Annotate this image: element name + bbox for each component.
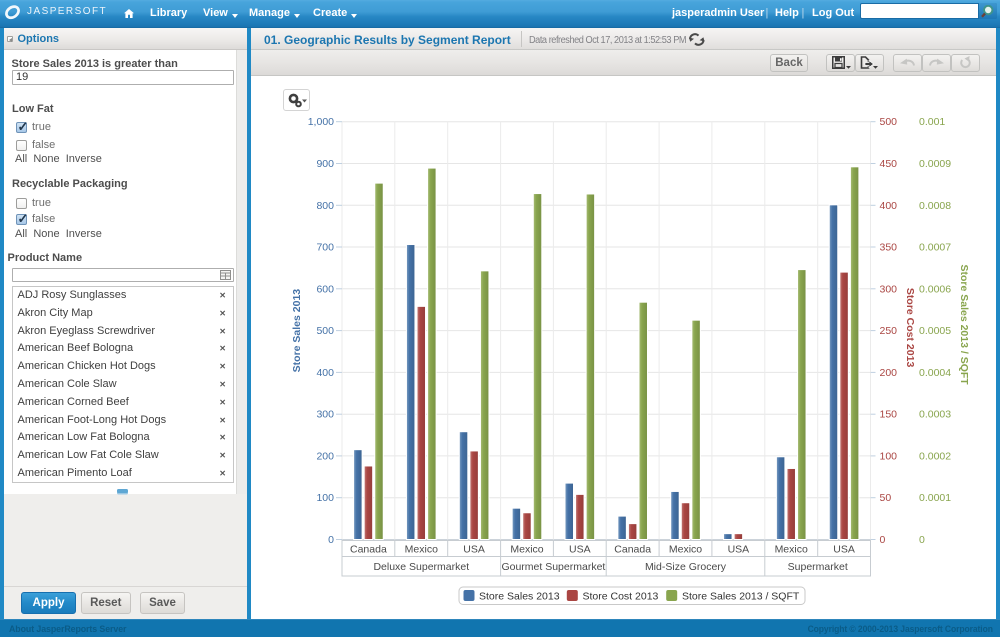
svg-text:0.0003: 0.0003 [919, 409, 951, 421]
svg-text:500: 500 [880, 116, 898, 128]
svg-text:200: 200 [880, 367, 898, 379]
svg-text:0.0006: 0.0006 [919, 283, 951, 295]
svg-text:Canada: Canada [614, 544, 651, 556]
svg-text:1,000: 1,000 [308, 116, 334, 128]
svg-text:Store Sales 2013: Store Sales 2013 [479, 591, 560, 603]
svg-text:Store Cost 2013: Store Cost 2013 [904, 288, 916, 368]
svg-text:700: 700 [316, 242, 334, 254]
svg-text:400: 400 [880, 200, 898, 212]
svg-text:800: 800 [316, 200, 334, 212]
svg-text:0.0007: 0.0007 [919, 242, 951, 254]
svg-text:Deluxe Supermarket: Deluxe Supermarket [373, 561, 469, 573]
svg-text:350: 350 [880, 242, 898, 254]
svg-text:Supermarket: Supermarket [788, 561, 848, 573]
svg-text:Canada: Canada [350, 544, 387, 556]
svg-text:0: 0 [328, 534, 334, 546]
svg-text:Mexico: Mexico [405, 544, 438, 556]
svg-text:0.001: 0.001 [919, 116, 945, 128]
svg-text:Mexico: Mexico [510, 544, 543, 556]
svg-text:100: 100 [316, 492, 334, 504]
svg-text:250: 250 [880, 325, 898, 337]
svg-text:Store Sales 2013 / SQFT: Store Sales 2013 / SQFT [958, 264, 970, 385]
svg-text:600: 600 [316, 283, 334, 295]
svg-text:400: 400 [316, 367, 334, 379]
svg-text:USA: USA [463, 544, 485, 556]
svg-text:Mid-Size Grocery: Mid-Size Grocery [645, 561, 727, 573]
svg-text:Store Cost 2013: Store Cost 2013 [583, 591, 659, 603]
svg-text:450: 450 [880, 158, 898, 170]
svg-text:0.0002: 0.0002 [919, 450, 951, 462]
svg-text:USA: USA [569, 544, 591, 556]
svg-text:0.0008: 0.0008 [919, 200, 951, 212]
svg-text:Mexico: Mexico [669, 544, 702, 556]
svg-text:900: 900 [316, 158, 334, 170]
svg-text:Store Sales 2013: Store Sales 2013 [291, 289, 303, 373]
svg-text:0: 0 [919, 534, 925, 546]
svg-text:100: 100 [880, 450, 898, 462]
svg-text:300: 300 [880, 283, 898, 295]
svg-text:USA: USA [728, 544, 750, 556]
svg-text:300: 300 [316, 409, 334, 421]
svg-text:50: 50 [880, 492, 892, 504]
svg-text:500: 500 [316, 325, 334, 337]
svg-text:USA: USA [833, 544, 855, 556]
svg-text:Mexico: Mexico [775, 544, 808, 556]
svg-text:0.0004: 0.0004 [919, 367, 951, 379]
svg-text:0.0009: 0.0009 [919, 158, 951, 170]
svg-text:Store Sales 2013 / SQFT: Store Sales 2013 / SQFT [682, 591, 800, 603]
svg-text:0.0005: 0.0005 [919, 325, 951, 337]
svg-text:Gourmet Supermarket: Gourmet Supermarket [501, 561, 605, 573]
svg-text:200: 200 [316, 450, 334, 462]
svg-text:0.0001: 0.0001 [919, 492, 951, 504]
svg-text:150: 150 [880, 409, 898, 421]
svg-text:0: 0 [880, 534, 886, 546]
